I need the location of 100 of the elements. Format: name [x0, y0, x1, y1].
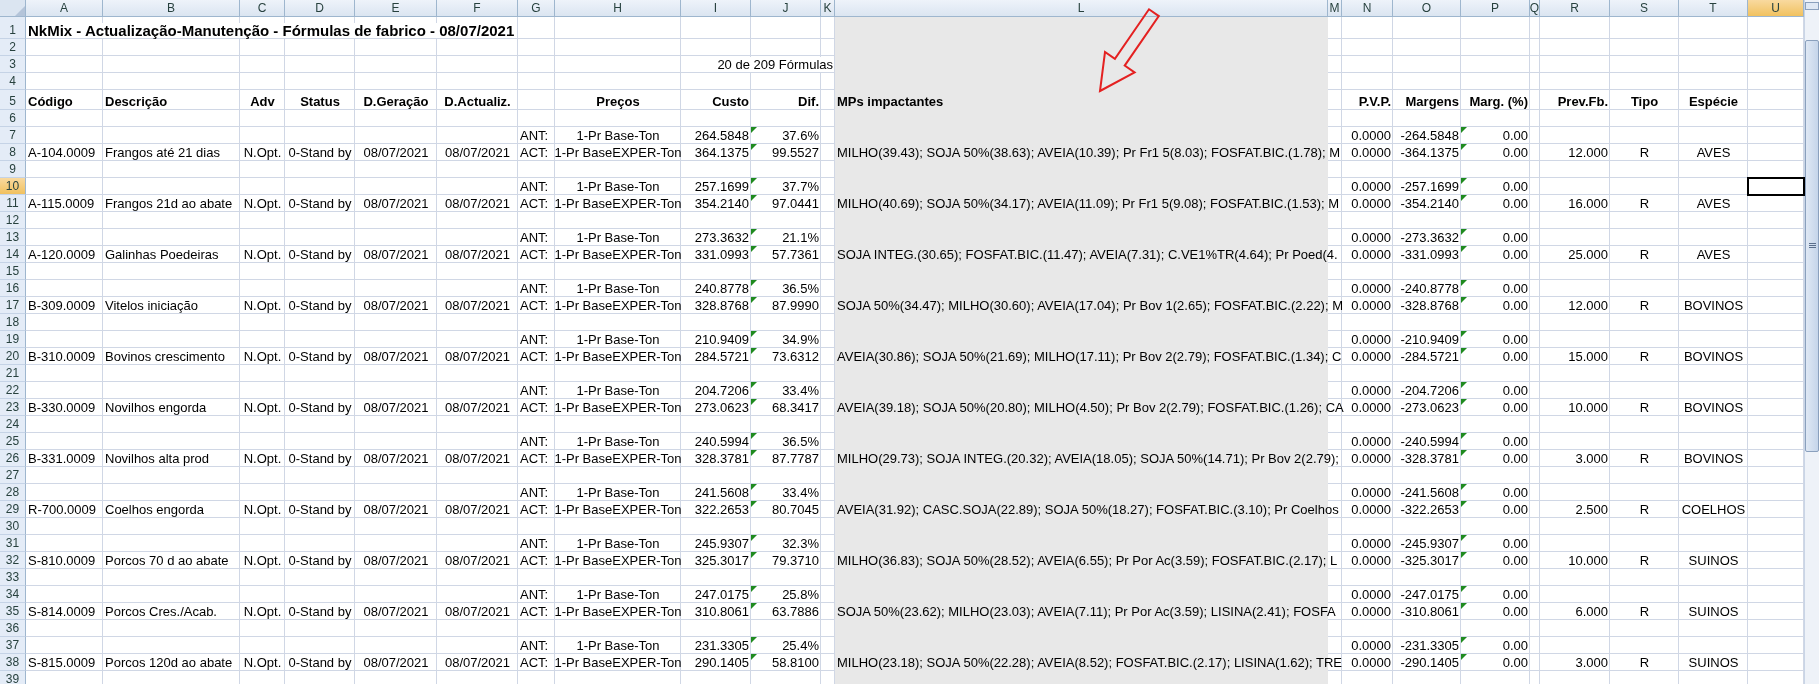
row-header[interactable]: 22	[0, 382, 26, 399]
table-cell: 1-Pr BaseEXPER-Ton	[554, 298, 682, 313]
column-heading: Marg. (%)	[1469, 94, 1528, 109]
table-cell: N.Opt.	[243, 145, 282, 160]
select-all-corner[interactable]	[0, 0, 26, 17]
table-cell: 68.3417	[772, 400, 819, 415]
table-cell: ACT:	[520, 502, 549, 517]
row-header[interactable]: 35	[0, 603, 26, 620]
column-header[interactable]: C	[240, 0, 285, 17]
row-header[interactable]: 12	[0, 212, 26, 229]
table-cell: 97.0441	[772, 196, 819, 211]
table-cell: 08/07/2021	[444, 451, 511, 466]
column-header[interactable]: N	[1342, 0, 1393, 17]
column-header[interactable]: M	[1328, 0, 1342, 17]
column-heading: Dif.	[798, 94, 819, 109]
table-cell: 240.8778	[694, 281, 749, 296]
table-cell: S-814.0009	[28, 604, 96, 619]
row-header[interactable]: 36	[0, 620, 26, 637]
row-header[interactable]: 9	[0, 161, 26, 178]
column-header[interactable]: G	[518, 0, 555, 17]
row-header[interactable]: 20	[0, 348, 26, 365]
row-header[interactable]: 30	[0, 518, 26, 535]
row-header[interactable]: 21	[0, 365, 26, 382]
column-header[interactable]: S	[1610, 0, 1679, 17]
corner-triangle-icon	[15, 6, 25, 16]
row-header[interactable]: 1	[0, 17, 26, 39]
table-cell: 36.5%	[782, 434, 819, 449]
column-header[interactable]: A	[26, 0, 103, 17]
row-header[interactable]: 31	[0, 535, 26, 552]
table-cell: -331.0993	[1400, 247, 1459, 262]
row-header[interactable]: 27	[0, 467, 26, 484]
row-header[interactable]: 4	[0, 73, 26, 90]
table-cell: 1-Pr BaseEXPER-Ton	[554, 400, 682, 415]
table-cell: 25.8%	[782, 587, 819, 602]
table-cell: 63.7886	[772, 604, 819, 619]
row-header[interactable]: 19	[0, 331, 26, 348]
row-header[interactable]: 38	[0, 654, 26, 671]
vertical-scrollbar[interactable]	[1804, 0, 1819, 684]
table-cell: 21.1%	[782, 230, 819, 245]
column-header[interactable]: I	[681, 0, 751, 17]
split-box[interactable]	[1805, 2, 1819, 10]
row-header[interactable]: 8	[0, 144, 26, 161]
row-header[interactable]: 17	[0, 297, 26, 314]
table-cell: 1-Pr BaseEXPER-Ton	[554, 247, 682, 262]
row-header[interactable]: 18	[0, 314, 26, 331]
table-cell: AVES	[1696, 145, 1731, 160]
row-header[interactable]: 23	[0, 399, 26, 416]
table-cell: 08/07/2021	[363, 298, 429, 313]
row-header[interactable]: 24	[0, 416, 26, 433]
column-heading: MPs impactantes	[837, 94, 944, 109]
row-header[interactable]: 6	[0, 110, 26, 127]
table-cell: 73.6312	[772, 349, 819, 364]
row-header[interactable]: 34	[0, 586, 26, 603]
row-header[interactable]: 25	[0, 433, 26, 450]
column-header[interactable]: E	[355, 0, 437, 17]
row-header[interactable]: 29	[0, 501, 26, 518]
table-cell: 0.0000	[1351, 434, 1391, 449]
table-cell: MILHO(23.18); SOJA 50%(22.28); AVEIA(8.52); FOSFAT.BIC.(2.17); LISINA(1.62); TRE	[837, 655, 1343, 670]
row-header[interactable]: 7	[0, 127, 26, 144]
table-cell: 08/07/2021	[444, 247, 511, 262]
column-header[interactable]: U	[1748, 0, 1804, 17]
table-cell: 1-Pr Base-Ton	[576, 383, 660, 398]
table-cell: 12.000	[1568, 145, 1608, 160]
row-header[interactable]: 33	[0, 569, 26, 586]
row-header[interactable]: 11	[0, 195, 26, 212]
row-header[interactable]: 14	[0, 246, 26, 263]
column-header[interactable]: B	[103, 0, 240, 17]
row-header[interactable]: 15	[0, 263, 26, 280]
column-header[interactable]: H	[555, 0, 681, 17]
table-cell: -364.1375	[1400, 145, 1459, 160]
table-cell: 0.00	[1502, 349, 1528, 364]
row-header[interactable]: 10	[0, 178, 26, 195]
column-header[interactable]: R	[1540, 0, 1610, 17]
table-cell: 0.00	[1502, 332, 1528, 347]
table-cell: 0.00	[1502, 638, 1528, 653]
column-header[interactable]: K	[821, 0, 835, 17]
row-header[interactable]: 39	[0, 671, 26, 684]
column-header[interactable]: J	[751, 0, 821, 17]
column-header[interactable]: O	[1393, 0, 1461, 17]
table-cell: N.Opt.	[243, 553, 282, 568]
table-cell: 240.5994	[694, 434, 749, 449]
table-cell: 0.0000	[1351, 553, 1391, 568]
row-header[interactable]: 26	[0, 450, 26, 467]
row-header[interactable]: 28	[0, 484, 26, 501]
column-header[interactable]: L	[835, 0, 1328, 17]
row-header[interactable]: 37	[0, 637, 26, 654]
scrollbar-thumb[interactable]	[1805, 40, 1819, 452]
column-header[interactable]: D	[285, 0, 355, 17]
row-header[interactable]: 2	[0, 39, 26, 56]
row-header[interactable]: 32	[0, 552, 26, 569]
row-header[interactable]: 3	[0, 56, 26, 73]
row-header[interactable]: 5	[0, 90, 26, 110]
column-header[interactable]: T	[1679, 0, 1748, 17]
column-header[interactable]: F	[437, 0, 518, 17]
table-cell: 1-Pr Base-Ton	[576, 434, 660, 449]
row-header[interactable]: 16	[0, 280, 26, 297]
table-cell: 0.00	[1502, 247, 1528, 262]
row-header[interactable]: 13	[0, 229, 26, 246]
column-heading: Margens	[1405, 94, 1459, 109]
column-header[interactable]: P	[1461, 0, 1530, 17]
